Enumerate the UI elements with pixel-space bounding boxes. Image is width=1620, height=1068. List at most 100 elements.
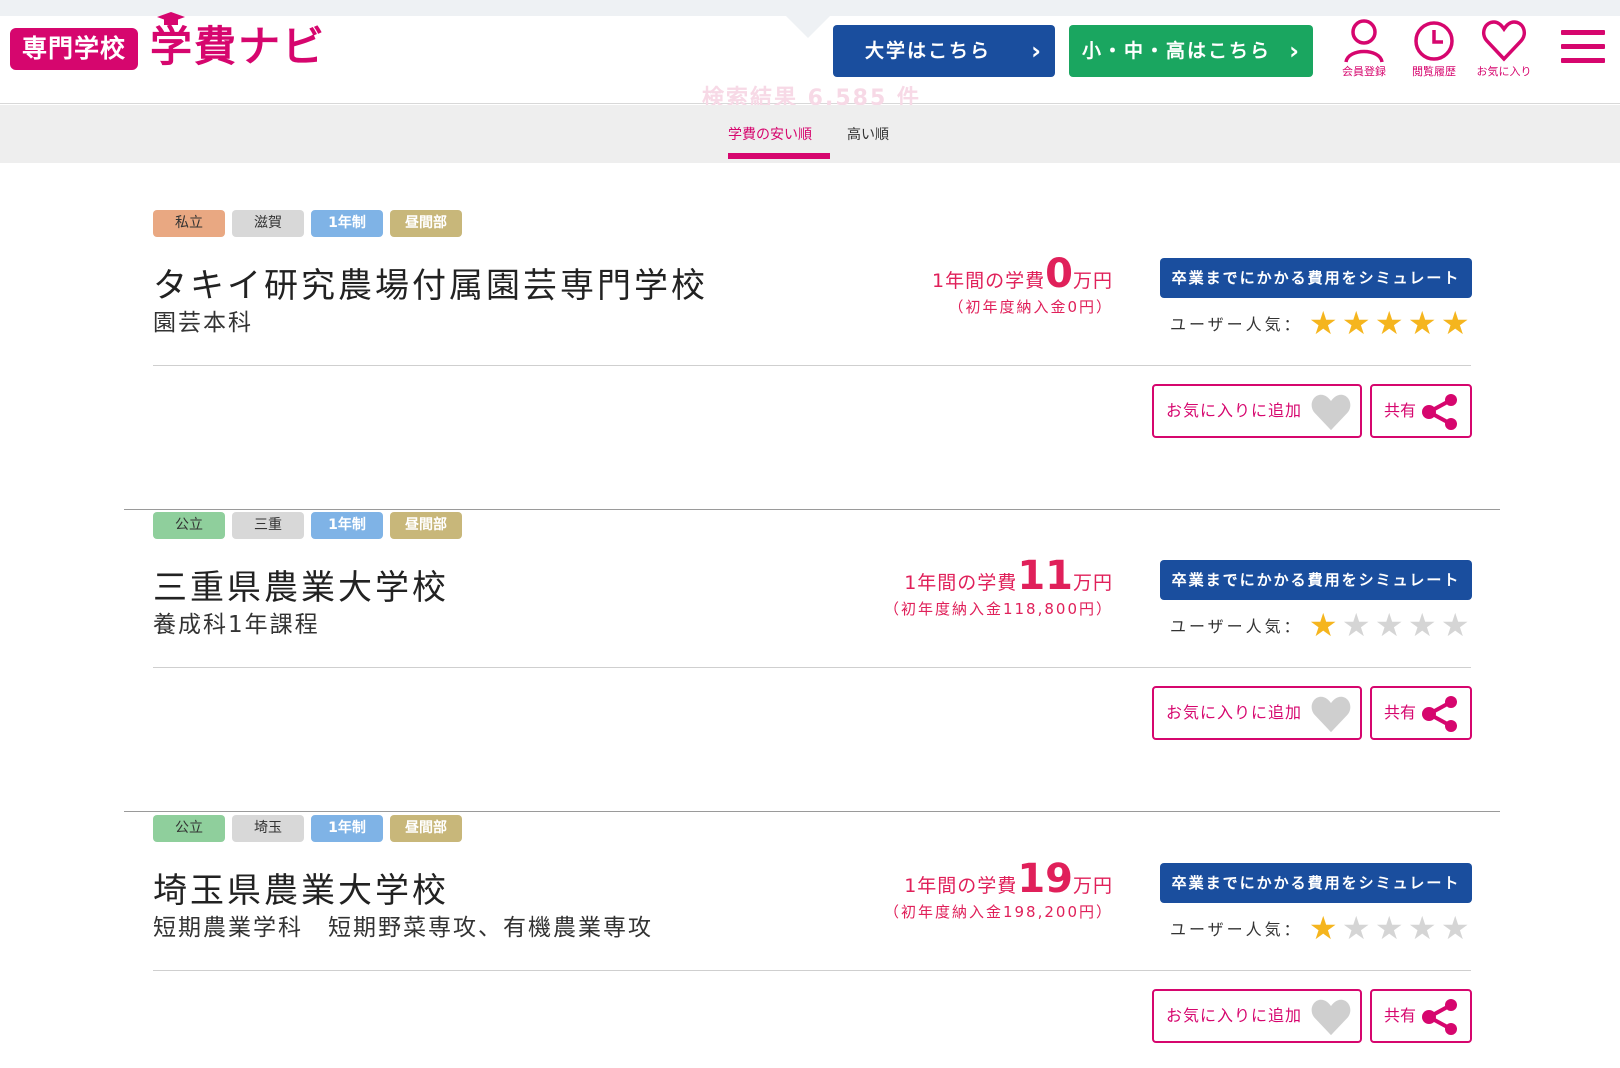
star-icon: ★ bbox=[1308, 606, 1338, 644]
card-separator bbox=[124, 811, 1500, 812]
star-icon: ★ bbox=[1374, 304, 1404, 342]
tag: 公立 bbox=[153, 815, 225, 842]
star-rating: ★ ★ ★ ★ ★ bbox=[1307, 608, 1472, 642]
tuition-fee: 1年間の学費19万円 （初年度納入金198,200円） bbox=[884, 859, 1113, 922]
sort-active-indicator bbox=[728, 153, 830, 159]
entry-fee: （初年度納入金0円） bbox=[948, 298, 1113, 316]
favorites-link[interactable]: お気に入り bbox=[1469, 18, 1539, 79]
tag: 1年制 bbox=[311, 815, 383, 842]
entry-fee: （初年度納入金118,800円） bbox=[883, 600, 1113, 618]
share-button[interactable]: 共有 bbox=[1370, 686, 1472, 740]
course-name: 短期農業学科 短期野菜専攻、有機農業専攻 bbox=[153, 915, 653, 941]
star-icon: ★ bbox=[1341, 304, 1371, 342]
share-icon bbox=[1422, 696, 1457, 732]
sort-high-tab[interactable]: 高い順 bbox=[847, 124, 889, 144]
sort-bar: 学費の安い順 高い順 bbox=[0, 105, 1620, 163]
school-button[interactable]: 小・中・高はこちら › bbox=[1069, 25, 1313, 77]
school-button-label: 小・中・高はこちら bbox=[1082, 40, 1272, 62]
fee-unit: 万円 bbox=[1072, 270, 1113, 292]
star-rating: ★ ★ ★ ★ ★ bbox=[1307, 911, 1472, 945]
simulate-cost-button[interactable]: 卒業までにかかる費用をシミュレート bbox=[1160, 560, 1472, 600]
popularity-label: ユーザー人気： bbox=[1170, 920, 1303, 939]
add-favorite-button[interactable]: お気に入りに追加 bbox=[1152, 989, 1362, 1043]
add-favorite-button[interactable]: お気に入りに追加 bbox=[1152, 686, 1362, 740]
add-favorite-button[interactable]: お気に入りに追加 bbox=[1152, 384, 1362, 438]
share-label: 共有 bbox=[1384, 703, 1417, 722]
star-icon: ★ bbox=[1407, 304, 1437, 342]
star-icon: ★ bbox=[1374, 606, 1404, 644]
logo-badge[interactable]: 専門学校 bbox=[10, 28, 139, 70]
sort-cheap-label: 学費の安い順 bbox=[728, 127, 812, 143]
tag: 1年制 bbox=[311, 210, 383, 237]
header-notch bbox=[786, 16, 830, 38]
fee-prefix: 1年間の学費 bbox=[904, 875, 1018, 897]
history-label: 閲覧履歴 bbox=[1412, 65, 1456, 78]
star-icon: ★ bbox=[1374, 909, 1404, 947]
user-popularity: ユーザー人気： ★ ★ ★ ★ ★ bbox=[1170, 306, 1472, 340]
tag: 私立 bbox=[153, 210, 225, 237]
school-name[interactable]: タキイ研究農場付属園芸専門学校 bbox=[153, 258, 708, 307]
divider bbox=[153, 970, 1471, 971]
fee-prefix: 1年間の学費 bbox=[904, 572, 1018, 594]
share-icon bbox=[1422, 394, 1457, 430]
divider bbox=[153, 667, 1471, 668]
sort-cheap-tab[interactable]: 学費の安い順 bbox=[728, 124, 830, 159]
fee-prefix: 1年間の学費 bbox=[932, 270, 1046, 292]
user-popularity: ユーザー人気： ★ ★ ★ ★ ★ bbox=[1170, 608, 1472, 642]
tag-list: 私立 滋賀 1年制 昼間部 bbox=[153, 210, 462, 237]
tag: 公立 bbox=[153, 512, 225, 539]
tag: 昼間部 bbox=[390, 512, 462, 539]
school-card: 私立 滋賀 1年制 昼間部 タキイ研究農場付属園芸専門学校 園芸本科 1年間の学費0万… bbox=[0, 210, 1620, 510]
fee-unit: 万円 bbox=[1072, 875, 1113, 897]
tag: 滋賀 bbox=[232, 210, 304, 237]
divider bbox=[153, 365, 1471, 366]
share-label: 共有 bbox=[1384, 401, 1417, 420]
add-favorite-label: お気に入りに追加 bbox=[1166, 401, 1303, 420]
popularity-label: ユーザー人気： bbox=[1170, 315, 1303, 334]
star-icon: ★ bbox=[1407, 606, 1437, 644]
tag-list: 公立 埼玉 1年制 昼間部 bbox=[153, 815, 462, 842]
tag: 昼間部 bbox=[390, 815, 462, 842]
add-favorite-label: お気に入りに追加 bbox=[1166, 1006, 1303, 1025]
clock-icon bbox=[1414, 21, 1454, 61]
tag: 1年制 bbox=[311, 512, 383, 539]
school-card: 公立 三重 1年制 昼間部 三重県農業大学校 養成科1年課程 1年間の学費11万円 （… bbox=[0, 512, 1620, 812]
star-icon: ★ bbox=[1440, 606, 1470, 644]
share-icon bbox=[1422, 999, 1457, 1035]
share-button[interactable]: 共有 bbox=[1370, 989, 1472, 1043]
star-icon: ★ bbox=[1341, 606, 1371, 644]
heart-icon bbox=[1311, 696, 1351, 733]
member-register-label: 会員登録 bbox=[1342, 65, 1386, 78]
school-card: 公立 埼玉 1年制 昼間部 埼玉県農業大学校 短期農業学科 短期野菜専攻、有機農業専攻… bbox=[0, 815, 1620, 1068]
simulate-cost-button[interactable]: 卒業までにかかる費用をシミュレート bbox=[1160, 258, 1472, 298]
member-register-link[interactable]: 会員登録 bbox=[1329, 18, 1399, 79]
fee-amount: 0 bbox=[1045, 251, 1073, 297]
star-icon: ★ bbox=[1440, 909, 1470, 947]
tuition-fee: 1年間の学費11万円 （初年度納入金118,800円） bbox=[884, 556, 1113, 619]
school-name[interactable]: 埼玉県農業大学校 bbox=[153, 863, 449, 912]
school-name[interactable]: 三重県農業大学校 bbox=[153, 560, 449, 609]
university-button[interactable]: 大学はこちら › bbox=[833, 25, 1055, 77]
user-popularity: ユーザー人気： ★ ★ ★ ★ ★ bbox=[1170, 911, 1472, 945]
hamburger-menu-icon[interactable] bbox=[1561, 30, 1605, 64]
star-icon: ★ bbox=[1341, 909, 1371, 947]
logo-text[interactable]: 学費ナビ bbox=[150, 20, 326, 74]
star-icon: ★ bbox=[1308, 909, 1338, 947]
fee-amount: 11 bbox=[1017, 553, 1073, 599]
fee-unit: 万円 bbox=[1072, 572, 1113, 594]
heart-icon bbox=[1311, 999, 1351, 1036]
fee-amount: 19 bbox=[1017, 856, 1073, 902]
share-label: 共有 bbox=[1384, 1006, 1417, 1025]
star-icon: ★ bbox=[1308, 304, 1338, 342]
course-name: 養成科1年課程 bbox=[153, 612, 320, 638]
tag: 昼間部 bbox=[390, 210, 462, 237]
add-favorite-label: お気に入りに追加 bbox=[1166, 703, 1303, 722]
university-button-label: 大学はこちら bbox=[865, 40, 992, 62]
entry-fee: （初年度納入金198,200円） bbox=[883, 903, 1113, 921]
simulate-cost-button[interactable]: 卒業までにかかる費用をシミュレート bbox=[1160, 863, 1472, 903]
tag: 埼玉 bbox=[232, 815, 304, 842]
star-icon: ★ bbox=[1440, 304, 1470, 342]
history-link[interactable]: 閲覧履歴 bbox=[1399, 18, 1469, 79]
top-strip bbox=[0, 0, 1620, 16]
share-button[interactable]: 共有 bbox=[1370, 384, 1472, 438]
